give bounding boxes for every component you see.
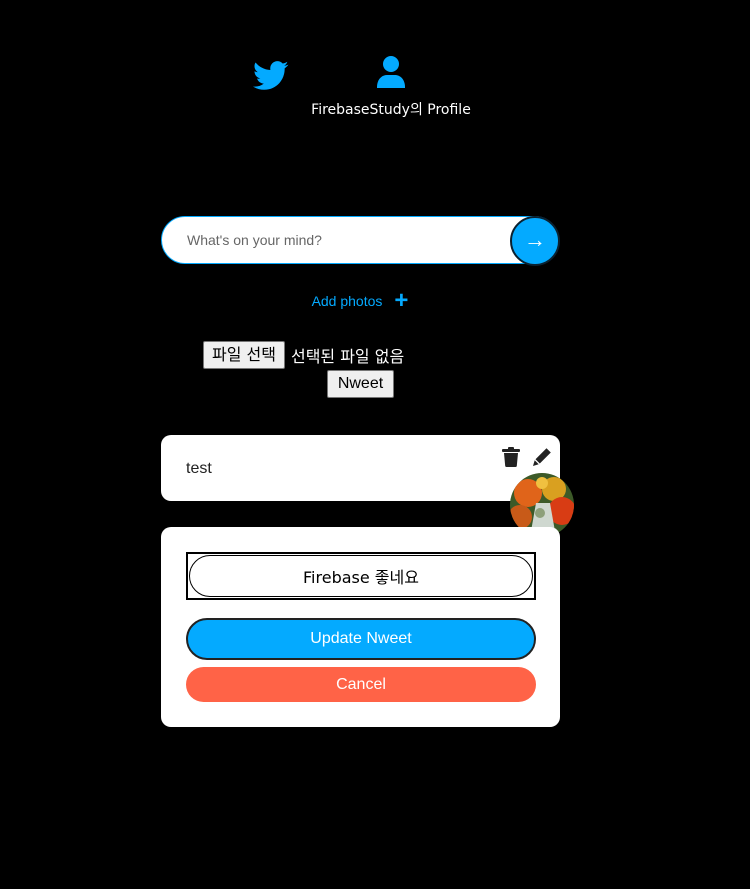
- choose-file-button[interactable]: 파일 선택: [203, 341, 285, 369]
- twitter-bird-icon: [253, 61, 289, 90]
- tweet-input-container: [161, 216, 559, 264]
- submit-arrow-button[interactable]: →: [510, 216, 560, 266]
- add-photos-label: Add photos: [311, 293, 383, 309]
- nweet-card: test: [161, 435, 560, 501]
- user-icon: [377, 56, 405, 88]
- profile-label: FirebaseStudy의 Profile: [311, 102, 471, 118]
- profile-link[interactable]: FirebaseStudy의 Profile: [300, 56, 482, 119]
- tweet-input[interactable]: [162, 217, 502, 263]
- file-status-text: 선택된 파일 없음: [290, 347, 405, 366]
- nweet-text: test: [186, 460, 212, 477]
- trash-icon[interactable]: [502, 447, 522, 469]
- file-input-row: 파일 선택 선택된 파일 없음: [203, 341, 404, 369]
- arrow-right-icon: →: [524, 227, 546, 252]
- edit-input-focus-ring: [186, 552, 536, 600]
- update-nweet-button[interactable]: Update Nweet: [186, 618, 536, 660]
- pencil-icon[interactable]: [532, 447, 552, 469]
- edit-nweet-card: Update Nweet Cancel: [161, 527, 560, 727]
- plus-icon: +: [394, 287, 409, 314]
- app-page: FirebaseStudy의 Profile → Add photos + 파일…: [0, 0, 750, 889]
- edit-nweet-input[interactable]: [189, 555, 533, 597]
- home-link[interactable]: [253, 61, 289, 91]
- cancel-button[interactable]: Cancel: [186, 667, 536, 702]
- nweet-submit-button[interactable]: Nweet: [327, 370, 394, 398]
- nweet-actions: [502, 447, 552, 469]
- add-photos-button[interactable]: Add photos +: [161, 288, 559, 314]
